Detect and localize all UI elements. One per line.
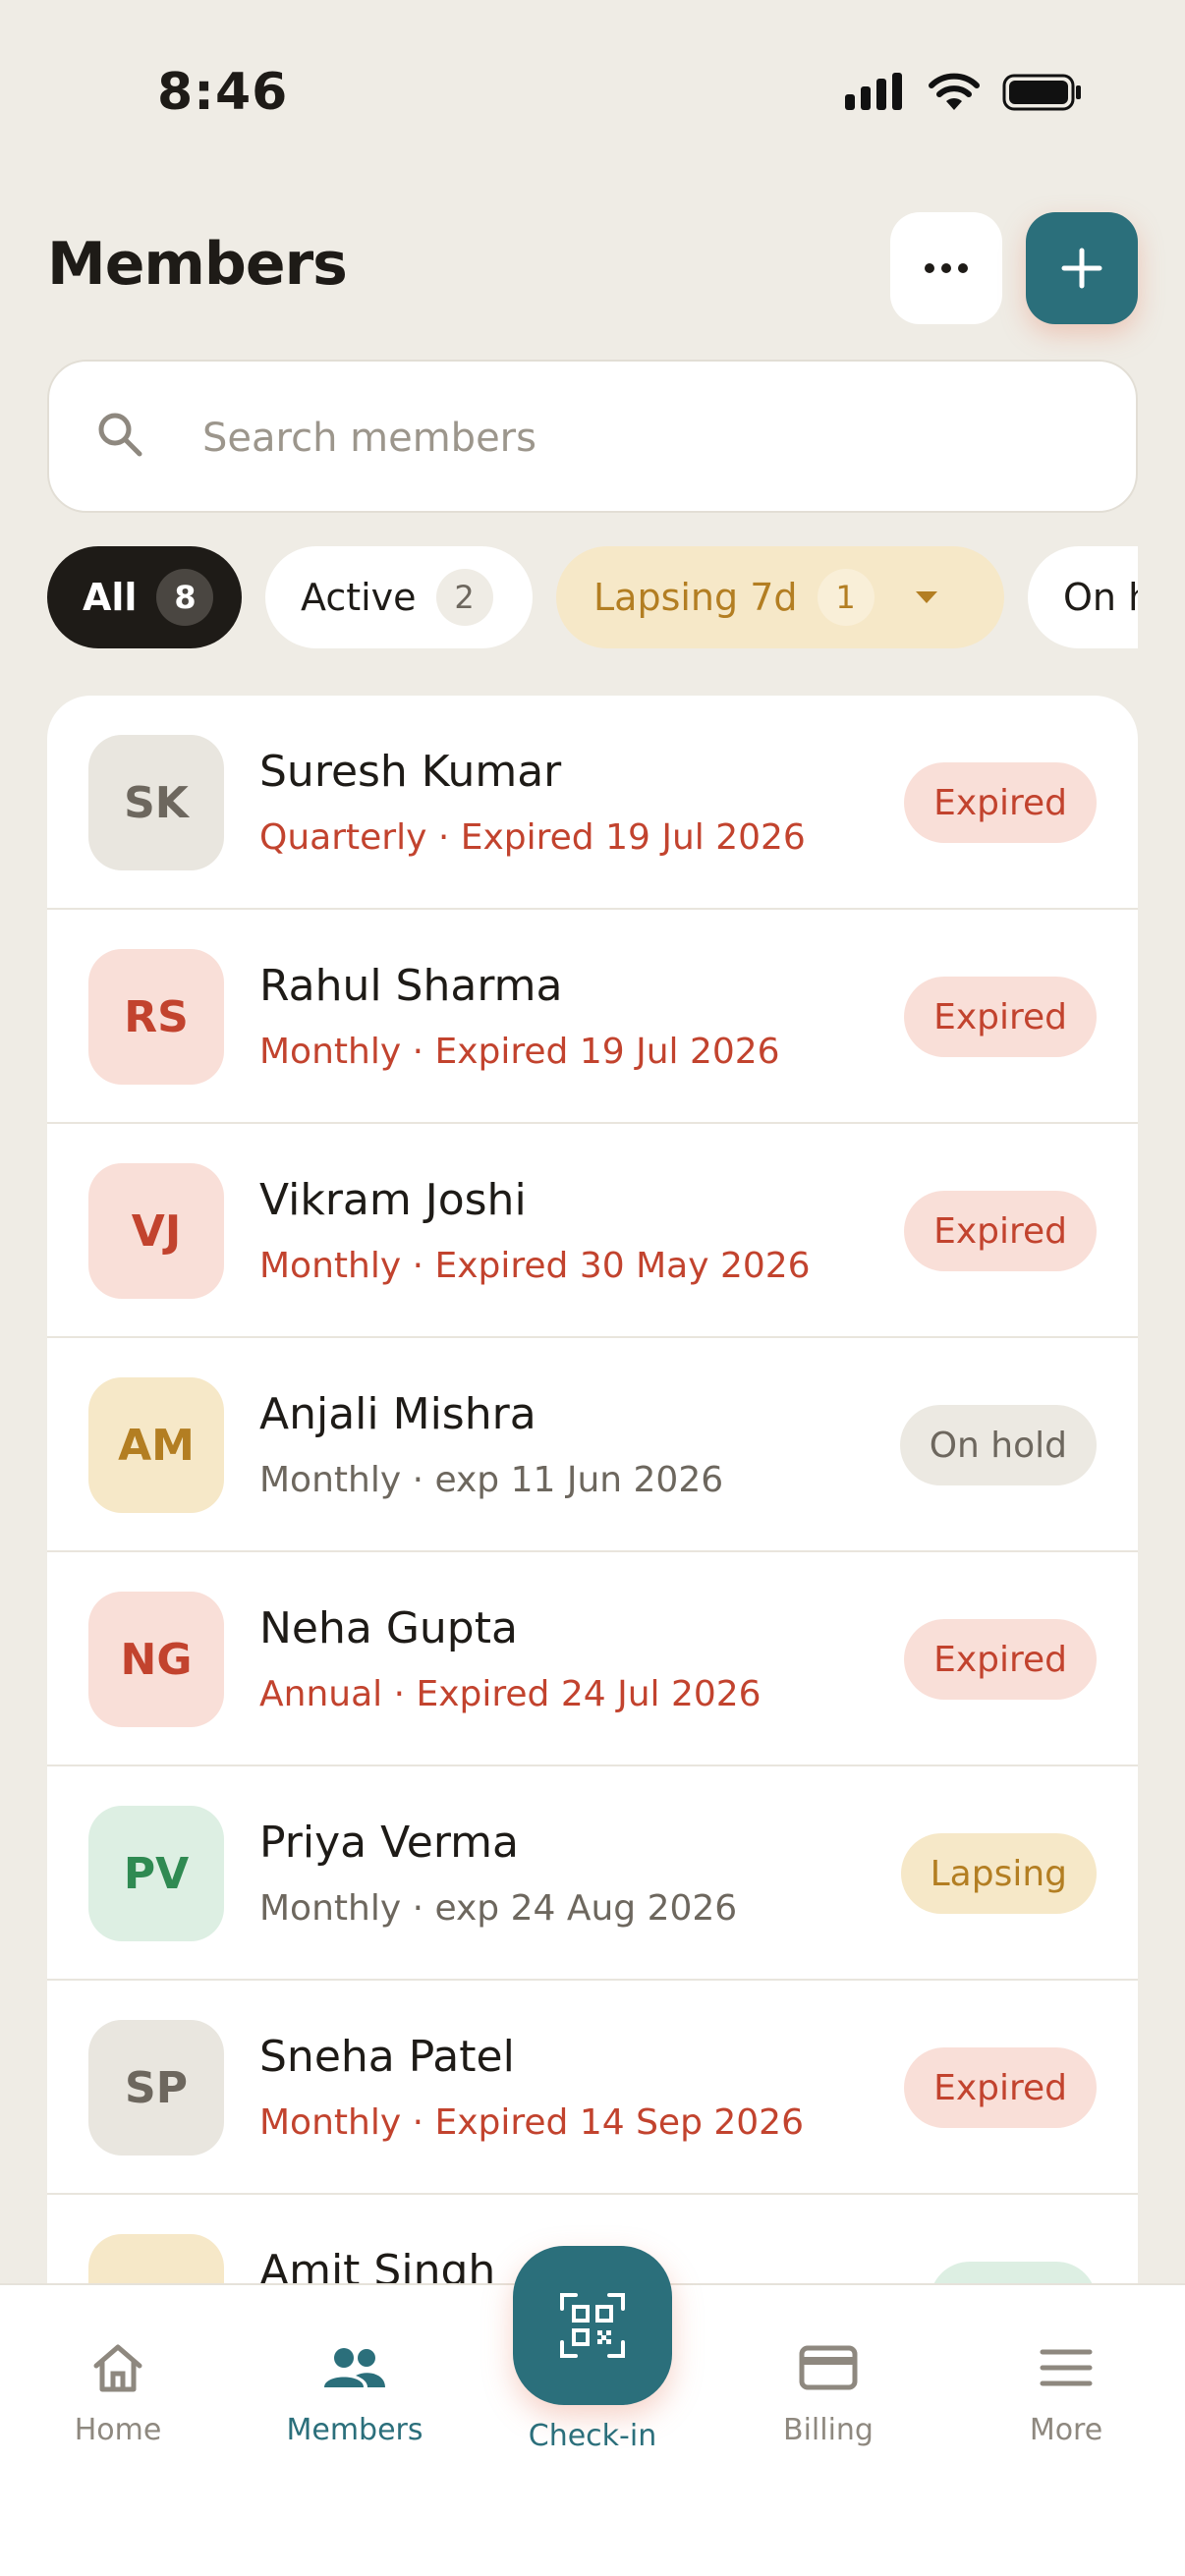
member-name: Sneha Patel — [259, 2032, 515, 2082]
filter-chip-count: 1 — [817, 569, 875, 626]
avatar: NG — [88, 1592, 224, 1727]
cellular-signal-icon — [845, 73, 902, 110]
add-member-button[interactable] — [1026, 212, 1138, 324]
member-name: Anjali Mishra — [259, 1389, 536, 1439]
member-plan-expiry: Monthly · exp 24 Aug 2026 — [259, 1888, 738, 1929]
search-icon — [98, 413, 142, 457]
ellipsis-dot — [958, 263, 968, 273]
search-input[interactable] — [202, 411, 1087, 466]
avatar: SK — [88, 735, 224, 870]
nav-label: More — [1029, 2413, 1103, 2447]
status-badge: Lapsing — [900, 1833, 1097, 1914]
member-plan-expiry: Monthly · Expired 30 May 2026 — [259, 1246, 811, 1286]
member-name: Vikram Joshi — [259, 1175, 527, 1225]
filter-chip-label: Lapsing 7d — [593, 576, 798, 619]
filter-chip-active[interactable]: Active 2 — [265, 546, 533, 648]
avatar: VJ — [88, 1163, 224, 1299]
nav-label: Members — [286, 2413, 423, 2447]
credit-card-icon — [799, 2345, 858, 2390]
qr-code-icon — [560, 2293, 625, 2358]
member-row[interactable]: PV Priya Verma Monthly · exp 24 Aug 2026… — [47, 1766, 1138, 1981]
avatar: PV — [88, 1806, 224, 1941]
page-title: Members — [47, 230, 348, 299]
member-list: SK Suresh Kumar Quarterly · Expired 19 J… — [47, 696, 1138, 2287]
member-name: Priya Verma — [259, 1818, 519, 1868]
avatar — [88, 2234, 224, 2287]
member-name: Rahul Sharma — [259, 961, 563, 1011]
status-badge: Expired — [904, 762, 1097, 843]
member-row[interactable]: SK Suresh Kumar Quarterly · Expired 19 J… — [47, 696, 1138, 910]
member-name: Neha Gupta — [259, 1603, 518, 1653]
avatar: AM — [88, 1377, 224, 1513]
filter-chip-lapsing[interactable]: Lapsing 7d 1 — [556, 546, 1004, 648]
caret-down-icon — [915, 591, 937, 603]
nav-members[interactable]: Members — [256, 2336, 453, 2447]
avatar: RS — [88, 949, 224, 1085]
plus-icon — [1061, 248, 1102, 289]
ellipsis-dot — [941, 263, 951, 273]
member-row[interactable]: NG Neha Gupta Annual · Expired 24 Jul 20… — [47, 1552, 1138, 1766]
filter-chip-on-hold[interactable]: On hold — [1028, 546, 1138, 648]
home-icon — [93, 2344, 142, 2392]
member-name: Amit Singh — [259, 2246, 496, 2287]
more-options-button[interactable] — [890, 212, 1002, 324]
wifi-icon — [929, 73, 980, 110]
nav-more[interactable]: More — [968, 2336, 1164, 2447]
nav-home[interactable]: Home — [20, 2336, 216, 2447]
status-badge: Expired — [904, 1619, 1097, 1700]
member-row[interactable]: AM Anjali Mishra Monthly · exp 11 Jun 20… — [47, 1338, 1138, 1552]
filter-chip-label: On hold — [1063, 576, 1138, 619]
member-plan-expiry: Annual · Expired 24 Jul 2026 — [259, 1674, 762, 1714]
filter-chip-count: 8 — [156, 569, 214, 626]
member-row[interactable]: VJ Vikram Joshi Monthly · Expired 30 May… — [47, 1124, 1138, 1338]
filter-chip-count: 2 — [435, 569, 493, 626]
avatar: SP — [88, 2020, 224, 2156]
ellipsis-icon — [925, 263, 934, 273]
nav-checkin-label: Check-in — [528, 2419, 657, 2453]
search-bar[interactable] — [47, 360, 1138, 513]
filter-chip-label: All — [83, 576, 138, 619]
nav-label: Billing — [783, 2413, 874, 2447]
member-plan-expiry: Monthly · Expired 19 Jul 2026 — [259, 1032, 780, 1072]
people-icon — [324, 2348, 385, 2387]
filter-chip-all[interactable]: All 8 — [47, 546, 242, 648]
status-time: 8:46 — [157, 63, 289, 122]
nav-checkin-button[interactable] — [513, 2246, 672, 2405]
member-plan-expiry: Quarterly · Expired 19 Jul 2026 — [259, 817, 806, 858]
status-badge: Expired — [904, 1191, 1097, 1271]
nav-label: Home — [74, 2413, 162, 2447]
status-badge: Expired — [904, 977, 1097, 1057]
menu-icon — [1040, 2349, 1093, 2386]
member-row[interactable]: SP Sneha Patel Monthly · Expired 14 Sep … — [47, 1981, 1138, 2195]
members-screen: 8:46 Members Search members All 8 Active… — [0, 0, 1185, 2576]
nav-billing[interactable]: Billing — [730, 2336, 927, 2447]
filter-chip-label: Active — [301, 576, 417, 619]
status-badge: Expired — [904, 2047, 1097, 2128]
filter-chips: All 8 Active 2 Lapsing 7d 1 On hold — [47, 546, 1138, 650]
member-row[interactable]: RS Rahul Sharma Monthly · Expired 19 Jul… — [47, 910, 1138, 1124]
status-badge: On hold — [899, 1405, 1097, 1485]
member-plan-expiry: Monthly · Expired 14 Sep 2026 — [259, 2102, 804, 2143]
member-plan-expiry: Monthly · exp 11 Jun 2026 — [259, 1460, 724, 1500]
status-icons — [845, 73, 1083, 112]
member-name: Suresh Kumar — [259, 747, 562, 797]
battery-icon — [1002, 74, 1081, 111]
